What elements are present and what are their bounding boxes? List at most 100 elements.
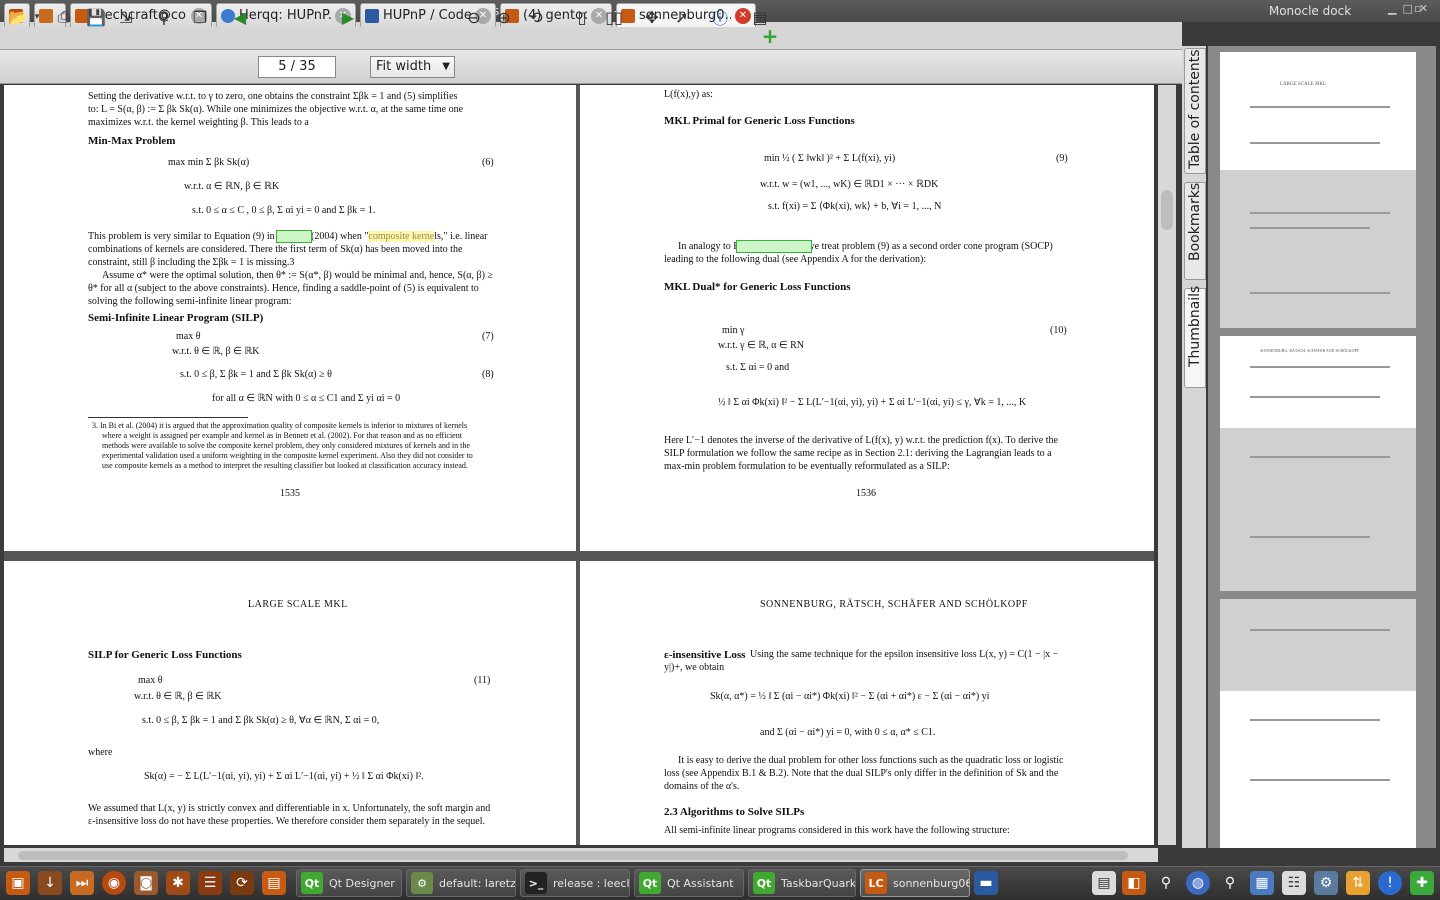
task-label: Qt Assistant: [667, 876, 734, 890]
tab-bookmarks[interactable]: Bookmarks: [1184, 182, 1206, 280]
equation: s.t. 0 ≤ α ≤ C , 0 ≤ β, Σ αi yi = 0 and …: [192, 205, 376, 216]
select-icon[interactable]: ➚: [670, 5, 694, 29]
section-heading: Min-Max Problem: [88, 135, 176, 147]
equation: min ½ ( Σ ‖wk‖ )² + Σ L(f(xi), yi): [764, 153, 896, 164]
thumbnail-page[interactable]: SONNENBURG, RÄTSCH, SCHÄFER AND SCHÖLKOP…: [1220, 336, 1416, 591]
text-line: loss (see Appendix B.1 & B.2). Note that…: [664, 768, 1059, 779]
page-number-field[interactable]: 5 / 35: [258, 56, 336, 78]
two-pages-icon[interactable]: ▯▯: [602, 5, 626, 29]
section-heading: SILP for Generic Loss Functions: [88, 649, 242, 661]
thumbnail-text: [1250, 292, 1390, 294]
zoom-in-icon[interactable]: ⊕: [492, 5, 516, 29]
thumbnails-panel[interactable]: LARGE SCALE MKL SONNENBURG, RÄTSCH, SCHÄ…: [1208, 46, 1436, 848]
running-head: LARGE SCALE MKL: [248, 599, 348, 610]
puzzle-icon[interactable]: ✚: [1410, 871, 1434, 895]
chevron-down-icon[interactable]: ▾: [30, 5, 44, 29]
zoom-select[interactable]: Fit width ▼: [370, 56, 455, 78]
leechcraft-icon[interactable]: ▣: [6, 871, 30, 895]
equation-number: (6): [482, 157, 494, 168]
save-icon[interactable]: 💾: [84, 5, 108, 29]
dock-float-icon[interactable]: ▫: [1414, 2, 1421, 15]
horizontal-scroll-thumb[interactable]: [18, 851, 1128, 860]
camera-icon[interactable]: ◙: [134, 871, 158, 895]
refresh-icon[interactable]: ⟳: [230, 871, 254, 895]
equation: and Σ (αi − αi*) yi = 0, with 0 ≤ α, α* …: [760, 727, 936, 738]
tab-table-of-contents[interactable]: Table of contents: [1184, 48, 1206, 174]
section-heading: 2.3 Algorithms to Solve SILPs: [664, 806, 805, 818]
download-icon[interactable]: ↓: [38, 871, 62, 895]
record-icon[interactable]: ◉: [102, 871, 126, 895]
vertical-scroll-thumb[interactable]: [1161, 190, 1173, 230]
thumbnail-text: [1250, 366, 1390, 368]
next-page-icon[interactable]: ▶: [336, 5, 360, 29]
box-icon[interactable]: ▤: [262, 871, 286, 895]
equation-number: (8): [482, 369, 494, 380]
settings-icon[interactable]: ✱: [166, 871, 190, 895]
link-highlight[interactable]: [276, 230, 312, 243]
single-page-icon[interactable]: ▯: [570, 5, 594, 29]
usb-icon[interactable]: ⇅: [1346, 871, 1370, 895]
gear-icon[interactable]: ⚙: [1314, 871, 1338, 895]
notes-icon[interactable]: ▤: [1092, 871, 1116, 895]
media-icon[interactable]: ⏭: [70, 871, 94, 895]
search-icon[interactable]: ⚲: [1154, 871, 1178, 895]
zoom-out-icon[interactable]: ⊖: [462, 5, 486, 29]
find-icon[interactable]: ⚲: [152, 5, 176, 29]
grid-icon[interactable]: ▦: [1250, 871, 1274, 895]
print-icon[interactable]: ⎙: [52, 5, 76, 29]
text-line: solving the following semi-infinite line…: [88, 296, 292, 307]
equation: ½ ‖ Σ αi Φk(xi) ‖² − Σ L(L′−1(αi, yi), y…: [718, 397, 1027, 408]
desktop-icon[interactable]: ▬: [974, 871, 998, 895]
thumbnail-text: [1250, 396, 1380, 398]
task-taskbarquark[interactable]: Qt TaskbarQuark.q...: [748, 869, 856, 897]
globe-icon[interactable]: ◍: [1186, 871, 1210, 895]
thumbnail-text: [1250, 779, 1390, 781]
task-sonnenburg[interactable]: LC sonnenburg06...: [860, 869, 970, 897]
open-file-icon[interactable]: 📂: [6, 5, 30, 29]
task-terminal[interactable]: >_ release : leechc...: [520, 869, 630, 897]
info-icon[interactable]: ⓘ: [708, 5, 732, 29]
copy-icon[interactable]: ❐: [188, 5, 212, 29]
thumbnail-heading: LARGE SCALE MKL: [1280, 82, 1327, 87]
equation-number: (7): [482, 331, 494, 342]
task-label: release : leechc...: [553, 876, 629, 890]
dock-toggle-icon[interactable]: ▤: [748, 5, 772, 29]
section-heading: ε-insensitive Loss: [664, 649, 746, 661]
document-viewer[interactable]: Setting the derivative w.r.t. to γ to ze…: [4, 85, 1154, 845]
leechcraft-icon: LC: [865, 872, 887, 894]
text-line: Here L′−1 denotes the inverse of the der…: [664, 435, 1058, 446]
link-highlight[interactable]: [736, 240, 812, 253]
equation: max min Σ βk Sk(α): [168, 157, 250, 168]
export-icon[interactable]: ⇲: [114, 5, 138, 29]
list-icon[interactable]: ☰: [198, 871, 222, 895]
text-line: max-min problem formulation to be eventu…: [664, 461, 950, 472]
dock-title: Monocle dock: [1268, 4, 1352, 18]
thumbnail-text: [1250, 212, 1390, 214]
task-default[interactable]: ⚙ default: laretz, ...: [406, 869, 516, 897]
text-line: SILP formulation we follow the same reci…: [664, 448, 1052, 459]
thumbnail-text: [1250, 456, 1390, 458]
alert-icon[interactable]: !: [1378, 871, 1402, 895]
pdf-page-1536: L(f(x),y) as: MKL Primal for Generic Los…: [580, 85, 1154, 551]
leechcraft-tray-icon[interactable]: ◧: [1122, 871, 1146, 895]
footnote-line: use composite kernels as a method to int…: [102, 461, 468, 470]
task-qt-assistant[interactable]: Qt Qt Assistant: [634, 869, 744, 897]
text-line: y|)+, we obtain: [664, 662, 725, 673]
list-icon[interactable]: ☷: [1282, 871, 1306, 895]
tab-thumbnails[interactable]: Thumbnails: [1184, 286, 1206, 388]
task-qt-designer[interactable]: Qt Qt Designer: [296, 869, 402, 897]
thumbnail-page[interactable]: [1220, 599, 1416, 848]
equation: w.r.t. α ∈ ℝN, β ∈ ℝK: [184, 181, 280, 192]
tab-gentoo[interactable]: (4) gentoo ✕: [500, 3, 612, 27]
thumbnail-page[interactable]: LARGE SCALE MKL: [1220, 52, 1416, 328]
add-tab-button[interactable]: +: [760, 26, 780, 46]
pan-icon[interactable]: ✥: [640, 5, 664, 29]
search-icon[interactable]: ⚲: [1218, 871, 1242, 895]
thumbnail-text: [1250, 719, 1380, 721]
equation-number: (11): [474, 675, 491, 686]
previous-page-icon[interactable]: ◀: [228, 5, 252, 29]
rotate-icon[interactable]: ⟲: [524, 5, 548, 29]
tab-label: Herqq: HUPnP...: [239, 8, 331, 23]
footnote-line: where a weight is assigned per example a…: [102, 431, 462, 440]
qt-icon: Qt: [639, 872, 661, 894]
